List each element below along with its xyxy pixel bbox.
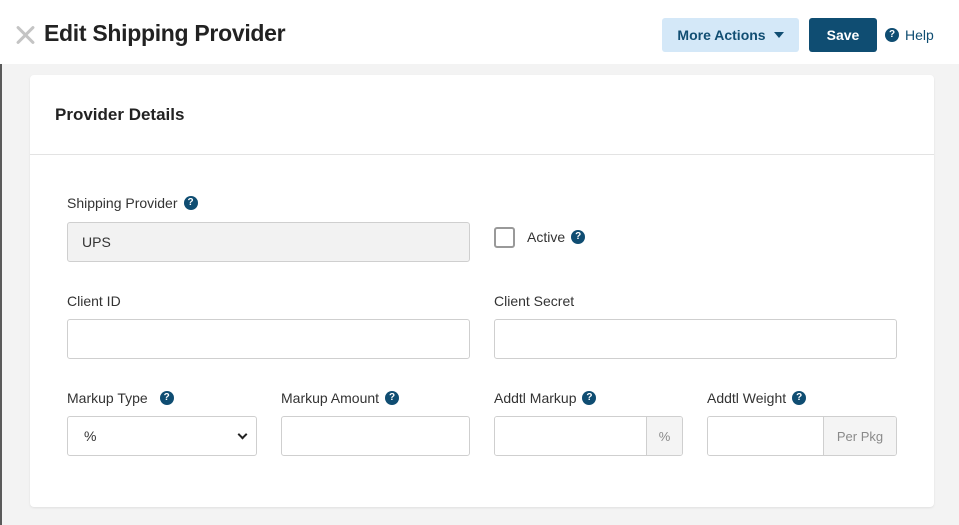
markup-type-label-text: Markup Type — [67, 390, 148, 406]
markup-amount-label: Markup Amount ? — [281, 390, 400, 406]
client-id-label-text: Client ID — [67, 293, 121, 309]
client-id-label: Client ID — [67, 293, 121, 309]
shipping-provider-field — [67, 222, 470, 262]
addtl-weight-group: Per Pkg — [707, 416, 897, 456]
markup-amount-help-icon[interactable]: ? — [385, 391, 400, 405]
addtl-weight-field[interactable] — [708, 417, 823, 455]
addtl-markup-label-text: Addtl Markup — [494, 390, 577, 406]
addtl-weight-label-text: Addtl Weight — [707, 390, 787, 406]
client-id-field[interactable] — [67, 319, 470, 359]
caret-down-icon — [773, 32, 784, 38]
page-title: Edit Shipping Provider — [44, 20, 286, 46]
divider — [30, 154, 934, 155]
addtl-weight-help-icon[interactable]: ? — [792, 391, 807, 405]
addtl-markup-group: % — [494, 416, 683, 456]
left-edge-divider — [0, 64, 2, 525]
help-link[interactable]: ? Help — [885, 27, 934, 43]
card-title: Provider Details — [55, 105, 185, 124]
addtl-markup-field[interactable] — [495, 417, 646, 455]
shipping-provider-help-icon[interactable]: ? — [183, 196, 198, 210]
shipping-provider-label-text: Shipping Provider — [67, 195, 178, 211]
chevron-down-icon — [237, 429, 248, 439]
help-icon: ? — [885, 28, 899, 42]
more-actions-label: More Actions — [677, 27, 766, 43]
markup-type-help-icon[interactable]: ? — [159, 391, 174, 405]
markup-amount-label-text: Markup Amount — [281, 390, 380, 406]
close-icon[interactable] — [14, 24, 36, 46]
addtl-markup-label: Addtl Markup ? — [494, 390, 597, 406]
markup-type-label: Markup Type ? — [67, 390, 174, 406]
client-secret-label-text: Client Secret — [494, 293, 575, 309]
active-help-icon[interactable]: ? — [571, 230, 586, 244]
save-button[interactable]: Save — [809, 18, 877, 52]
addtl-markup-help-icon[interactable]: ? — [582, 391, 597, 405]
addtl-weight-suffix: Per Pkg — [823, 417, 896, 455]
active-checkbox[interactable] — [494, 227, 515, 248]
markup-type-selected: % — [84, 428, 97, 444]
shipping-provider-label: Shipping Provider ? — [67, 195, 198, 211]
more-actions-button[interactable]: More Actions — [662, 18, 799, 52]
help-label: Help — [905, 27, 934, 43]
active-label-text: Active — [527, 229, 566, 245]
top-bar: Edit Shipping Provider More Actions Save… — [0, 0, 959, 64]
markup-amount-field[interactable] — [281, 416, 470, 456]
active-label: Active ? — [527, 229, 586, 245]
provider-details-card: Provider Details Shipping Provider ? Act… — [30, 75, 934, 507]
addtl-weight-label: Addtl Weight ? — [707, 390, 807, 406]
client-secret-field[interactable] — [494, 319, 897, 359]
addtl-markup-suffix: % — [646, 417, 682, 455]
markup-type-select[interactable]: % — [67, 416, 257, 456]
client-secret-label: Client Secret — [494, 293, 574, 309]
